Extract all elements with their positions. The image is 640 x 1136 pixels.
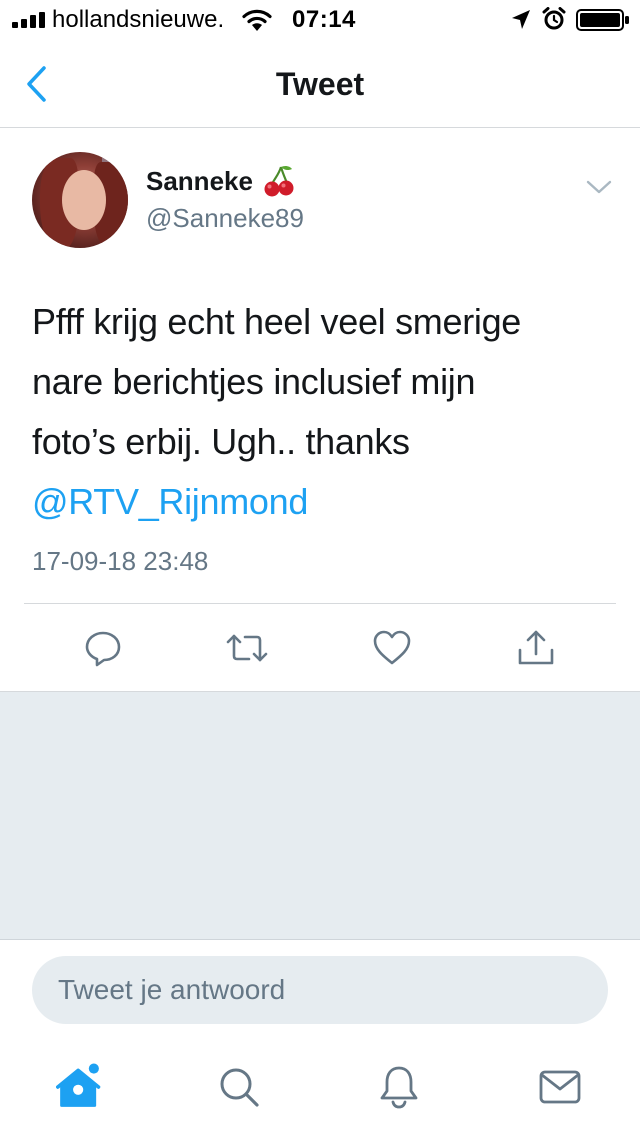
tweet-text-line: Pfff krijg echt heel veel smerige xyxy=(32,301,522,342)
signal-strength-icon xyxy=(12,12,45,28)
battery-icon xyxy=(576,9,629,31)
notification-dot xyxy=(88,1063,99,1074)
reply-button[interactable] xyxy=(81,626,125,670)
like-button[interactable] xyxy=(370,626,414,670)
navigation-bar: Tweet xyxy=(0,40,640,128)
alarm-clock-icon xyxy=(542,7,566,30)
search-icon xyxy=(220,1068,259,1107)
reply-icon xyxy=(85,631,121,667)
location-arrow-icon xyxy=(512,10,530,29)
tab-bar xyxy=(0,1039,640,1136)
tab-messages[interactable] xyxy=(536,1061,584,1113)
replies-area xyxy=(0,691,640,939)
share-icon xyxy=(518,630,554,665)
notifications-icon xyxy=(380,1066,418,1109)
tweet-text-line: nare berichtjes inclusief mijn xyxy=(32,361,476,402)
reply-input[interactable] xyxy=(32,956,608,1024)
carrier-name: hollandsnieuwe. xyxy=(52,6,225,33)
page-title: Tweet xyxy=(275,66,365,102)
share-button[interactable] xyxy=(514,626,558,670)
tab-notifications[interactable] xyxy=(375,1061,423,1113)
tweet-actions xyxy=(0,604,640,691)
tab-search[interactable] xyxy=(215,1061,263,1113)
heart-icon xyxy=(373,630,411,665)
tweet-text-line: foto’s erbij. Ugh.. thanks xyxy=(32,421,410,462)
home-icon xyxy=(56,1063,101,1107)
author-handle[interactable]: @Sanneke89 xyxy=(146,202,304,234)
retweet-button[interactable] xyxy=(225,626,269,670)
retweet-icon xyxy=(226,634,268,662)
reply-composer xyxy=(0,939,640,1039)
wifi-icon xyxy=(242,9,272,31)
status-bar: hollandsnieuwe. 07:14 xyxy=(0,0,640,40)
mention-link[interactable]: @RTV_Rijnmond xyxy=(32,472,612,532)
tweet-timestamp: 17-09-18 23:48 xyxy=(32,546,209,576)
author-name[interactable]: Sanneke xyxy=(146,164,253,198)
cherries-icon xyxy=(264,165,294,197)
clock-time: 07:14 xyxy=(292,6,356,33)
tweet-text: Pfff krijg echt heel veel smerige nare b… xyxy=(32,292,612,532)
messages-icon xyxy=(539,1070,581,1104)
chevron-down-icon[interactable] xyxy=(584,176,614,198)
tab-home[interactable] xyxy=(56,1061,104,1113)
tweet-detail-screen: hollandsnieuwe. 07:14 Tweet Sanneke @San… xyxy=(0,0,640,1136)
author-row: Sanneke xyxy=(146,164,295,198)
tweet: Sanneke @Sanneke89 Pfff krijg echt heel … xyxy=(0,128,640,691)
avatar[interactable] xyxy=(32,152,128,248)
